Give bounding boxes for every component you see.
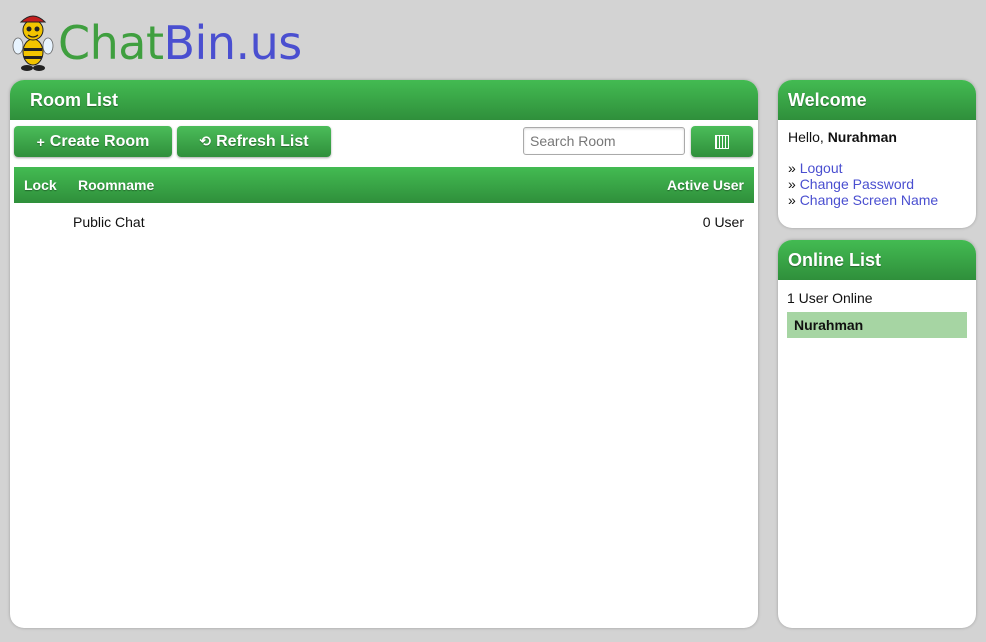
search-icon xyxy=(715,134,729,149)
search-button[interactable] xyxy=(691,126,753,157)
online-count: 1 User Online xyxy=(787,290,873,306)
online-list-panel: Online List 1 User Online Nurahman xyxy=(778,240,976,628)
room-list-title: Room List xyxy=(10,80,758,120)
welcome-title: Welcome xyxy=(778,80,976,120)
online-user-item[interactable]: Nurahman xyxy=(787,312,967,338)
room-table-header: Lock Roomname Active User xyxy=(14,167,754,203)
table-row[interactable]: Public Chat 0 User xyxy=(14,208,754,236)
change-screen-name-link[interactable]: Change Screen Name xyxy=(800,192,939,208)
bee-mascot-icon xyxy=(12,15,54,71)
site-logo[interactable]: ChatBin.us xyxy=(12,8,302,74)
column-active-user: Active User xyxy=(666,177,744,193)
online-list-title: Online List xyxy=(778,240,976,280)
room-active-users: 0 User xyxy=(702,214,744,230)
room-list-panel: Room List + Create Room ⟲ Refresh List L… xyxy=(10,80,758,628)
change-password-link[interactable]: Change Password xyxy=(800,176,914,192)
refresh-list-button[interactable]: ⟲ Refresh List xyxy=(177,126,331,157)
room-name: Public Chat xyxy=(73,214,145,230)
welcome-panel: Welcome Hello, Nurahman » Logout » Chang… xyxy=(778,80,976,228)
create-room-button[interactable]: + Create Room xyxy=(14,126,172,157)
greeting: Hello, Nurahman xyxy=(788,129,966,145)
refresh-list-label: Refresh List xyxy=(216,132,309,150)
username: Nurahman xyxy=(827,129,897,145)
refresh-icon: ⟲ xyxy=(199,133,212,149)
column-roomname: Roomname xyxy=(78,177,155,193)
logo-text: ChatBin.us xyxy=(58,20,302,66)
logout-item: » Logout xyxy=(788,160,843,176)
plus-icon: + xyxy=(36,133,45,150)
hello-text: Hello, xyxy=(788,129,828,145)
change-password-item: » Change Password xyxy=(788,176,915,192)
change-screen-name-item: » Change Screen Name xyxy=(788,192,939,208)
column-lock: Lock xyxy=(24,177,57,193)
search-room-input[interactable] xyxy=(523,127,685,155)
logout-link[interactable]: Logout xyxy=(800,160,843,176)
create-room-label: Create Room xyxy=(49,132,150,150)
logo-chat: Chat xyxy=(58,16,164,70)
logo-bin: Bin.us xyxy=(163,16,303,70)
